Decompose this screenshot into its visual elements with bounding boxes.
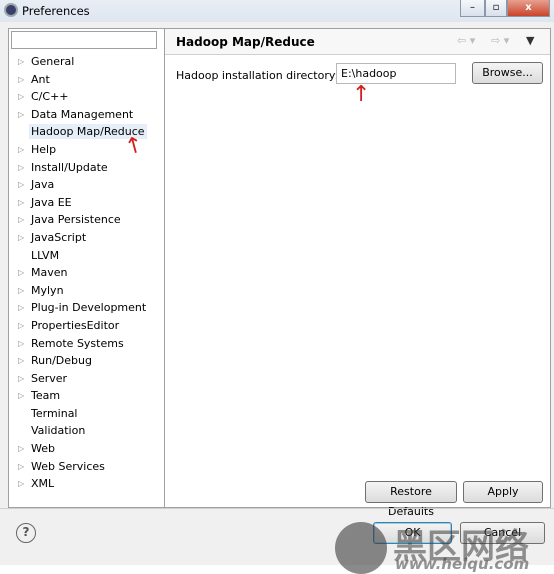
tree-item[interactable]: ▷ Remote Systems — [9, 335, 164, 353]
tree-item[interactable]: ▷ Run/Debug — [9, 352, 164, 370]
watermark-url: www.heiqu.com — [395, 555, 530, 573]
forward-icon[interactable]: ⇨ ▾ — [491, 34, 509, 47]
window-title: Preferences — [22, 4, 90, 18]
eclipse-icon — [4, 3, 18, 17]
tree-item-label: Ant — [31, 72, 50, 86]
expand-triangle-icon[interactable]: ▷ — [18, 141, 24, 159]
dir-label: Hadoop installation directory: — [176, 69, 339, 82]
tree-item[interactable]: ▷ PropertiesEditor — [9, 317, 164, 335]
tree-item[interactable]: ▷ Web — [9, 440, 164, 458]
expand-triangle-icon[interactable]: ▷ — [18, 282, 24, 300]
tree-item[interactable]: ▷ Team — [9, 387, 164, 405]
tree-item-label: Plug-in Development — [31, 301, 147, 315]
tree-item[interactable]: ▷ Web Services — [9, 458, 164, 476]
tree-item[interactable]: ▷ JavaScript — [9, 229, 164, 247]
tree-item-label: Validation — [31, 424, 86, 438]
title-bar: Preferences – ▫ x — [0, 0, 554, 22]
preference-tree-panel: ▷ General ▷ Ant ▷ C/C++ ▷ Data Management Hadoop… — [8, 28, 165, 508]
tree-item[interactable]: ▷ Data Management — [9, 106, 164, 124]
tree-item[interactable]: ▷ Ant — [9, 71, 164, 89]
expand-triangle-icon[interactable]: ▷ — [18, 440, 24, 458]
tree-item-label: C/C++ — [31, 90, 69, 104]
tree-item[interactable]: ▷ XML — [9, 475, 164, 493]
tree-item-label: Web — [31, 442, 55, 456]
expand-triangle-icon[interactable]: ▷ — [18, 387, 24, 405]
tree-item-label: Java Persistence — [31, 213, 121, 227]
expand-triangle-icon[interactable]: ▷ — [18, 370, 24, 388]
expand-triangle-icon[interactable]: ▷ — [18, 159, 24, 177]
expand-triangle-icon[interactable]: ▷ — [18, 299, 24, 317]
tree-item[interactable]: ▷ Maven — [9, 264, 164, 282]
expand-triangle-icon[interactable]: ▷ — [18, 352, 24, 370]
expand-triangle-icon[interactable]: ▷ — [18, 53, 24, 71]
tree-item-label: Mylyn — [31, 283, 64, 297]
expand-triangle-icon[interactable]: ▷ — [18, 176, 24, 194]
tree-item[interactable]: LLVM — [9, 247, 164, 265]
apply-button[interactable]: Apply — [463, 481, 543, 503]
tree-item-label: General — [31, 55, 75, 68]
tree-item-label: Java EE — [31, 195, 72, 209]
expand-triangle-icon[interactable]: ▷ — [18, 458, 24, 476]
expand-triangle-icon[interactable]: ▷ — [18, 335, 24, 353]
tree-item[interactable]: Validation — [9, 422, 164, 440]
preference-tree: ▷ General ▷ Ant ▷ C/C++ ▷ Data Management Hadoop… — [9, 53, 164, 493]
page-title: Hadoop Map/Reduce — [176, 35, 315, 49]
tree-item[interactable]: ▷ C/C++ — [9, 88, 164, 106]
tree-item[interactable]: ▷ Java EE — [9, 194, 164, 212]
tree-item-label: Maven — [31, 266, 68, 280]
tree-item[interactable]: ▷ General — [9, 53, 164, 71]
tree-item[interactable]: ▷ Plug-in Development — [9, 299, 164, 317]
expand-triangle-icon[interactable]: ▷ — [18, 317, 24, 335]
page-header: Hadoop Map/Reduce ⇦ ▾ ⇨ ▾ ▼ — [165, 29, 550, 55]
tree-item-label: XML — [31, 477, 55, 491]
tree-item-label: Data Management — [31, 107, 134, 121]
expand-triangle-icon[interactable]: ▷ — [18, 211, 24, 229]
back-icon[interactable]: ⇦ ▾ — [457, 34, 475, 47]
tree-item-label: Team — [31, 389, 61, 403]
tree-item[interactable]: ▷ Java Persistence — [9, 211, 164, 229]
ok-button[interactable]: OK — [373, 522, 452, 544]
tree-item-label: Web Services — [31, 459, 105, 473]
tree-item-label: Java — [31, 178, 55, 192]
divider — [0, 508, 554, 509]
tree-item[interactable]: ▷ Install/Update — [9, 159, 164, 177]
menu-chevron-down-icon[interactable]: ▼ — [526, 34, 534, 47]
close-button[interactable]: x — [507, 0, 550, 17]
annotation-arrow-icon: ↑ — [352, 82, 371, 107]
minimize-button[interactable]: – — [460, 0, 485, 17]
tree-item[interactable]: Terminal — [9, 405, 164, 423]
tree-item-label: Install/Update — [31, 160, 108, 174]
expand-triangle-icon[interactable]: ▷ — [18, 88, 24, 106]
restore-defaults-button[interactable]: Restore Defaults — [365, 481, 457, 518]
expand-triangle-icon[interactable]: ▷ — [18, 194, 24, 212]
help-icon[interactable]: ? — [16, 523, 36, 543]
hadoop-dir-input[interactable]: E:\hadoop — [336, 63, 456, 84]
expand-triangle-icon[interactable]: ▷ — [18, 106, 24, 124]
expand-triangle-icon[interactable]: ▷ — [18, 71, 24, 89]
tree-item[interactable]: ▷ Mylyn — [9, 282, 164, 300]
cancel-button[interactable]: Cancel — [460, 522, 545, 544]
expand-triangle-icon[interactable]: ▷ — [18, 264, 24, 282]
tree-item-label: Run/Debug — [31, 354, 92, 368]
tree-item-label: Remote Systems — [31, 336, 124, 350]
dialog-body: ▷ General ▷ Ant ▷ C/C++ ▷ Data Management Hadoop… — [0, 22, 554, 574]
tree-item-label: Help — [31, 142, 57, 156]
expand-triangle-icon[interactable]: ▷ — [18, 229, 24, 247]
tree-item[interactable]: ▷ Java — [9, 176, 164, 194]
tree-item-label: JavaScript — [31, 230, 87, 244]
tree-item-label: PropertiesEditor — [31, 318, 120, 332]
tree-item-label: Server — [31, 371, 68, 385]
tree-item-label: LLVM — [31, 248, 60, 262]
maximize-button[interactable]: ▫ — [485, 0, 507, 17]
expand-triangle-icon[interactable]: ▷ — [18, 475, 24, 493]
filter-input[interactable] — [11, 31, 157, 49]
tree-item[interactable]: ▷ Server — [9, 370, 164, 388]
tree-item-label: Terminal — [31, 406, 78, 420]
browse-button[interactable]: Browse... — [472, 62, 543, 84]
